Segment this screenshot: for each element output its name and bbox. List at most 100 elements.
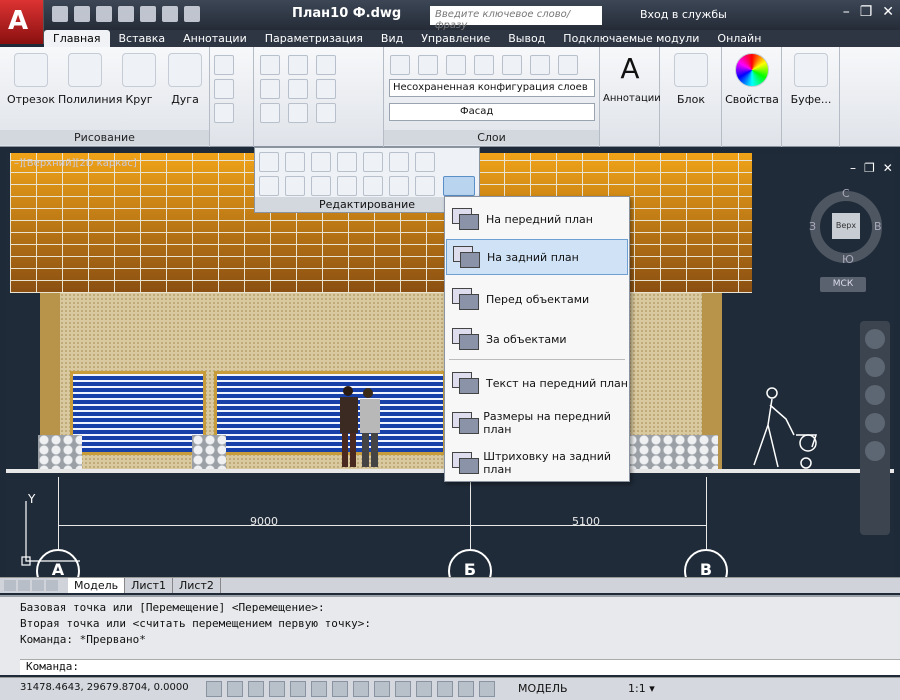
first-layout-icon[interactable] (4, 580, 16, 591)
undo-icon[interactable] (162, 6, 178, 22)
trim-icon[interactable] (316, 55, 336, 75)
command-input[interactable]: Команда: (20, 659, 900, 675)
orbit-icon[interactable] (865, 413, 885, 433)
block-button[interactable]: Блок (664, 51, 718, 106)
sc-icon[interactable] (479, 681, 495, 697)
annotation-button[interactable]: A Аннотации (603, 51, 661, 105)
edit-hatch-icon[interactable] (389, 152, 409, 172)
layer-freeze-icon[interactable] (502, 55, 522, 75)
tab-sheet1[interactable]: Лист1 (125, 578, 173, 593)
viewport-label[interactable]: –][Верхний][2D каркас] (14, 158, 137, 169)
application-menu-button[interactable]: A (0, 0, 44, 44)
layer-off-icon[interactable] (446, 55, 466, 75)
layer-state-select[interactable]: Несохраненная конфигурация слоев (389, 79, 595, 97)
move-icon[interactable] (260, 55, 280, 75)
polar-icon[interactable] (290, 681, 306, 697)
pan-icon[interactable] (865, 357, 885, 377)
menu-item-text-front[interactable]: Текст на передний план (446, 365, 628, 401)
blend-icon[interactable] (337, 176, 357, 196)
menu-item-bring-above[interactable]: Перед объектами (446, 281, 628, 317)
new-icon[interactable] (52, 6, 68, 22)
zoom-icon[interactable] (865, 385, 885, 405)
offset-icon[interactable] (363, 152, 383, 172)
redo-icon[interactable] (184, 6, 200, 22)
minimize-button[interactable]: – (843, 4, 850, 20)
lengthen-icon[interactable] (311, 152, 331, 172)
coordinates-readout[interactable]: 31478.4643, 29679.8704, 0.0000 (20, 682, 189, 693)
compass-east[interactable]: В (874, 220, 882, 233)
layer-lock-icon[interactable] (530, 55, 550, 75)
menu-item-dims-front[interactable]: Размеры на передний план (446, 405, 628, 441)
qp-icon[interactable] (458, 681, 474, 697)
rectangle-icon[interactable] (214, 55, 234, 75)
save-icon[interactable] (96, 6, 112, 22)
layer-state-icon[interactable] (418, 55, 438, 75)
align-icon[interactable] (389, 176, 409, 196)
menu-item-send-under[interactable]: За объектами (446, 321, 628, 357)
rotate-icon[interactable] (288, 55, 308, 75)
boundary-icon[interactable] (214, 103, 234, 123)
maximize-button[interactable]: ❐ (860, 4, 873, 20)
3dosnap-icon[interactable] (332, 681, 348, 697)
current-layer-select[interactable]: Фасад (389, 103, 595, 121)
mirror-icon[interactable] (288, 79, 308, 99)
otrack-icon[interactable] (353, 681, 369, 697)
arc-button[interactable]: Дуга (158, 51, 212, 106)
properties-button[interactable]: Свойства (725, 51, 779, 106)
erase-icon[interactable] (337, 152, 357, 172)
login-button[interactable]: Вход в службы (640, 8, 727, 21)
vp-minimize-button[interactable]: – (850, 161, 856, 175)
tab-insert[interactable]: Вставка (110, 30, 175, 47)
annotation-scale[interactable]: 1:1 ▾ (628, 682, 655, 695)
search-input[interactable]: Введите ключевое слово/фразу (430, 6, 602, 31)
fillet-icon[interactable] (316, 79, 336, 99)
setbylayer-icon[interactable] (415, 176, 435, 196)
tab-home[interactable]: Главная (44, 30, 110, 47)
ducs-icon[interactable] (374, 681, 390, 697)
layers-group-label[interactable]: Слои (384, 130, 599, 145)
layer-isolate-icon[interactable] (474, 55, 494, 75)
polyline-button[interactable]: Полилиния (58, 51, 122, 106)
tab-plugins[interactable]: Подключаемые модули (554, 30, 708, 47)
lineweight-icon[interactable] (416, 681, 432, 697)
tab-parametric[interactable]: Параметризация (256, 30, 372, 47)
steering-wheel-icon[interactable] (865, 329, 885, 349)
infer-constraints-icon[interactable] (206, 681, 222, 697)
tab-annotate[interactable]: Аннотации (174, 30, 256, 47)
print-icon[interactable] (140, 6, 156, 22)
stretch-icon[interactable] (260, 103, 280, 123)
array-icon[interactable] (316, 103, 336, 123)
ucs-menu[interactable]: МСК (820, 277, 866, 292)
tab-output[interactable]: Вывод (499, 30, 554, 47)
draworder-dropdown-button[interactable] (443, 176, 475, 196)
dyn-icon[interactable] (395, 681, 411, 697)
draw-group-label[interactable]: Рисование (0, 130, 209, 145)
prev-layout-icon[interactable] (18, 580, 30, 591)
save-as-icon[interactable] (118, 6, 134, 22)
layer-match-icon[interactable] (558, 55, 578, 75)
compass-north[interactable]: С (842, 187, 850, 200)
compass-west[interactable]: З (809, 220, 816, 233)
scale-icon[interactable] (288, 103, 308, 123)
menu-item-send-back[interactable]: На задний план (446, 239, 628, 275)
chamfer-icon[interactable] (311, 176, 331, 196)
showmotion-icon[interactable] (865, 441, 885, 461)
menu-item-hatch-back[interactable]: Штриховку на задний план (446, 445, 628, 481)
viewcube-top-face[interactable]: Верх (832, 213, 860, 239)
menu-item-bring-front[interactable]: На передний план (446, 201, 628, 237)
snap-icon[interactable] (227, 681, 243, 697)
tab-view[interactable]: Вид (372, 30, 412, 47)
tab-manage[interactable]: Управление (412, 30, 499, 47)
copy-icon[interactable] (260, 79, 280, 99)
grid-icon[interactable] (248, 681, 264, 697)
line-button[interactable]: Отрезок (4, 51, 58, 106)
ortho-icon[interactable] (269, 681, 285, 697)
tab-sheet2[interactable]: Лист2 (173, 578, 221, 593)
model-space-button[interactable]: МОДЕЛЬ (518, 682, 568, 695)
next-layout-icon[interactable] (32, 580, 44, 591)
break-icon[interactable] (259, 176, 279, 196)
last-layout-icon[interactable] (46, 580, 58, 591)
break-at-point-icon[interactable] (285, 176, 305, 196)
tab-online[interactable]: Онлайн (708, 30, 770, 47)
join-icon[interactable] (285, 152, 305, 172)
